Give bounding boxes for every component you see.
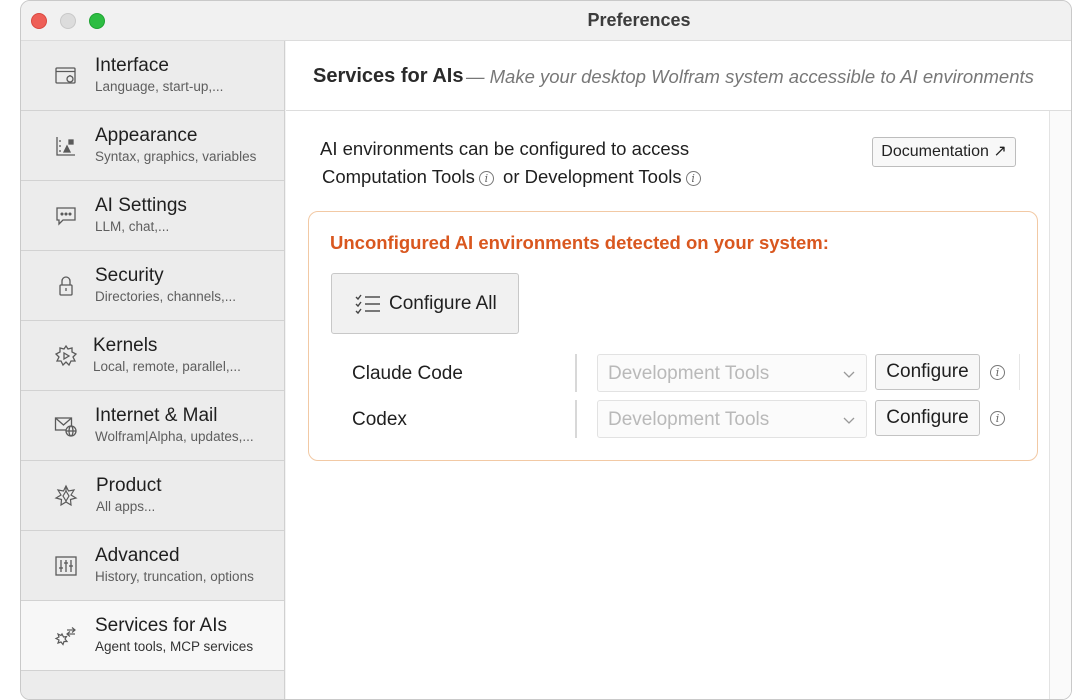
documentation-button[interactable]: Documentation ↗ (872, 137, 1016, 167)
main-panel: Services for AIs — Make your desktop Wol… (286, 41, 1071, 699)
row-separator (575, 400, 577, 438)
or-text: or (503, 166, 520, 187)
computation-tools-info-icon[interactable]: i (478, 171, 494, 186)
row-separator (575, 354, 577, 392)
sidebar-item-label: Internet & Mail (95, 405, 218, 426)
sidebar-item-label: Security (95, 265, 164, 286)
environment-name: Claude Code (352, 363, 463, 384)
sidebar-item-product[interactable]: Product All apps... (21, 461, 284, 531)
kernel-icon (53, 343, 79, 369)
chat-icon (53, 203, 79, 229)
sidebar-item-internet-mail[interactable]: Internet & Mail Wolfram|Alpha, updates,.… (21, 391, 284, 461)
configure-all-label: Configure All (389, 293, 497, 314)
environment-name: Codex (352, 409, 407, 430)
tools-select-value: Development Tools (608, 409, 770, 430)
vertical-scrollbar[interactable] (1049, 111, 1071, 699)
page-title: Services for AIs (313, 65, 464, 87)
development-tools-label: Development Tools (524, 166, 682, 187)
sidebar-item-ai-settings[interactable]: AI Settings LLM, chat,... (21, 181, 284, 251)
sidebar-item-security[interactable]: Security Directories, channels,... (21, 251, 284, 321)
computation-tools-label: Computation Tools (322, 166, 475, 187)
page-subtitle: — Make your desktop Wolfram system acces… (466, 66, 1034, 87)
sidebar-item-sublabel: Agent tools, MCP services (95, 639, 254, 654)
sidebar-item-label: Product (96, 475, 162, 496)
chevron-down-icon (843, 417, 855, 424)
info-icon[interactable]: i (990, 410, 1005, 428)
tools-select-value: Development Tools (608, 363, 770, 384)
preferences-window: Preferences Interface Language, start-up… (20, 0, 1072, 700)
panel-header: Services for AIs — Make your desktop Wol… (286, 41, 1071, 111)
sidebar-item-sublabel: Wolfram|Alpha, updates,... (95, 429, 254, 444)
row-divider (1019, 354, 1020, 390)
sidebar-item-sublabel: Syntax, graphics, variables (95, 149, 257, 164)
sidebar-item-label: Kernels (93, 335, 158, 356)
sidebar-item-kernels[interactable]: Kernels Local, remote, parallel,... (21, 321, 284, 391)
configure-all-button[interactable]: Configure All (331, 273, 519, 334)
wolfram-star-icon (53, 483, 79, 509)
chevron-down-icon (843, 371, 855, 378)
sidebar-item-label: Interface (95, 55, 169, 76)
sidebar-item-label: Services for AIs (95, 615, 227, 636)
unconfigured-environments-panel: Unconfigured AI environments detected on… (308, 211, 1038, 461)
warning-title: Unconfigured AI environments detected on… (330, 232, 829, 253)
development-tools-info-icon[interactable]: i (685, 171, 701, 186)
configure-button[interactable]: Configure (875, 354, 980, 390)
appearance-icon (53, 133, 79, 159)
environment-row-codex: Codex Development Tools Configure i (309, 400, 1039, 440)
sidebar-item-interface[interactable]: Interface Language, start-up,... (21, 41, 284, 111)
sidebar-item-label: Appearance (95, 125, 198, 146)
sidebar-item-label: AI Settings (95, 195, 187, 216)
sidebar-item-sublabel: Language, start-up,... (95, 79, 224, 94)
info-icon[interactable]: i (990, 364, 1005, 382)
sidebar-item-sublabel: History, truncation, options (95, 569, 254, 584)
tools-select[interactable]: Development Tools (597, 400, 867, 438)
sidebar-item-label: Advanced (95, 545, 180, 566)
window-title: Preferences (587, 10, 691, 30)
title-bar: Preferences (21, 1, 1071, 41)
sidebar-item-services-for-ais[interactable]: Services for AIs Agent tools, MCP servic… (21, 601, 284, 671)
configure-button[interactable]: Configure (875, 400, 980, 436)
sidebar-item-sublabel: Directories, channels,... (95, 289, 237, 304)
sidebar-item-sublabel: LLM, chat,... (95, 219, 170, 234)
intro-tools-line: Computation Tools i or Development Tools i (322, 166, 705, 188)
sidebar-item-appearance[interactable]: Appearance Syntax, graphics, variables (21, 111, 284, 181)
environment-row-claude-code: Claude Code Development Tools Configure … (309, 354, 1039, 394)
services-icon (53, 623, 79, 649)
interface-icon (53, 63, 79, 89)
mail-globe-icon (53, 413, 79, 439)
sidebar-item-advanced[interactable]: Advanced History, truncation, options (21, 531, 284, 601)
sidebar-item-sublabel: All apps... (96, 499, 156, 514)
lock-icon (53, 273, 79, 299)
checklist-icon (354, 292, 382, 316)
tools-select[interactable]: Development Tools (597, 354, 867, 392)
sidebar-item-sublabel: Local, remote, parallel,... (93, 359, 241, 374)
intro-text: AI environments can be configured to acc… (320, 138, 690, 159)
sidebar: Interface Language, start-up,... Appeara… (21, 41, 285, 699)
sliders-icon (53, 553, 79, 579)
